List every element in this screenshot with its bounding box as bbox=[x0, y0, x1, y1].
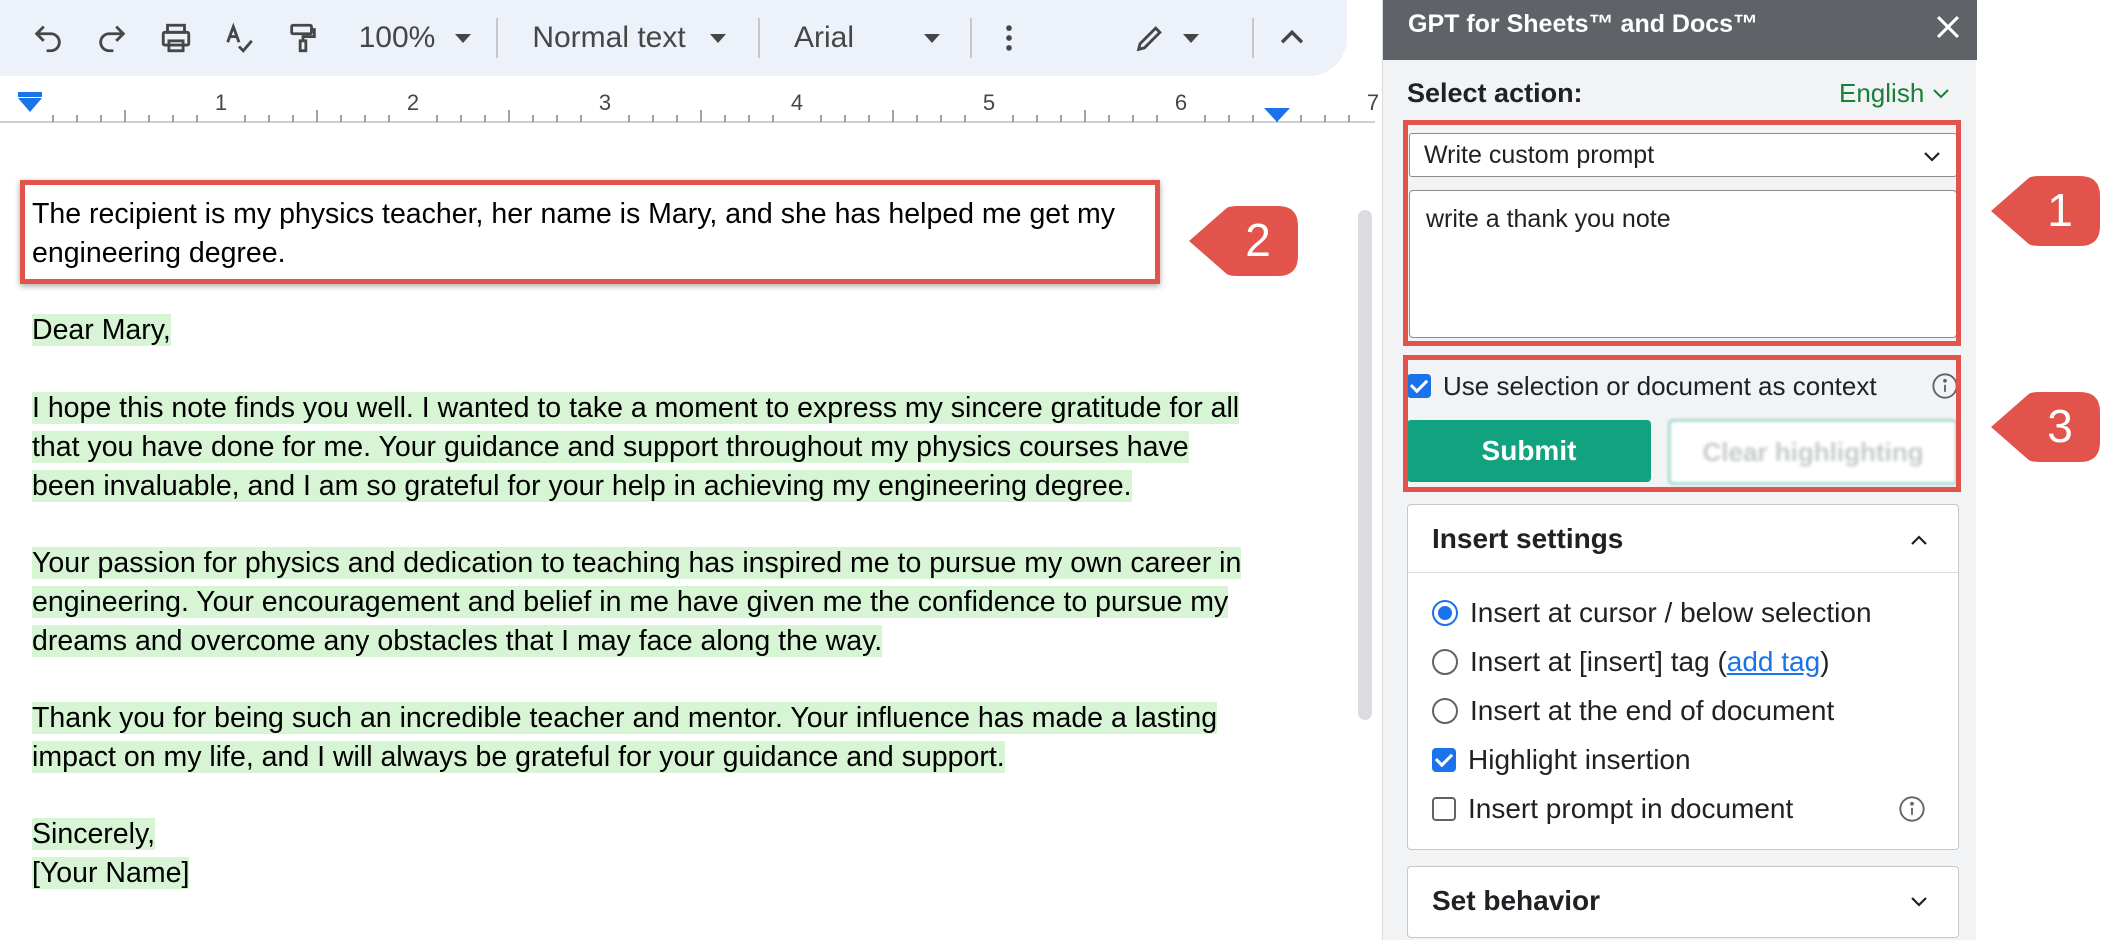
closing[interactable]: Sincerely, [Your Name] bbox=[32, 815, 190, 893]
set-behavior-header[interactable]: Set behavior bbox=[1408, 867, 1958, 935]
chevron-down-icon bbox=[1183, 33, 1199, 43]
ruler: 1 2 3 4 5 6 7 bbox=[0, 90, 1379, 128]
zoom-select[interactable]: 100% bbox=[350, 0, 480, 76]
callout-1: 1 bbox=[1986, 172, 2104, 250]
collapse-toolbar-icon[interactable] bbox=[1274, 0, 1310, 76]
insert-prompt-option[interactable]: Insert prompt in document bbox=[1432, 793, 1793, 825]
font-select[interactable]: Arial bbox=[788, 0, 946, 76]
callout-2: 2 bbox=[1184, 202, 1302, 280]
callout-number: 1 bbox=[2047, 184, 2073, 236]
prompt-line: engineering degree. bbox=[32, 237, 286, 269]
ruler-number: 4 bbox=[790, 90, 804, 115]
add-tag-link[interactable]: add tag bbox=[1727, 646, 1820, 677]
option-label: Insert at [insert] tag (add tag) bbox=[1470, 646, 1830, 678]
print-icon[interactable] bbox=[154, 0, 198, 76]
style-select[interactable]: Normal text bbox=[526, 0, 732, 76]
paragraph-line: Thank you for being such an incredible t… bbox=[32, 702, 1218, 734]
insert-at-end-option[interactable]: Insert at the end of document bbox=[1432, 695, 1834, 727]
paragraph-line: Your passion for physics and dedication … bbox=[32, 547, 1242, 579]
insert-settings-heading: Insert settings bbox=[1432, 522, 1624, 554]
document-scrollbar[interactable] bbox=[1358, 210, 1372, 720]
panel-title: GPT for Sheets™ and Docs™ bbox=[1408, 10, 1759, 38]
callout-number: 2 bbox=[1245, 214, 1271, 266]
insert-at-cursor-option[interactable]: Insert at cursor / below selection bbox=[1432, 597, 1872, 629]
panel-header: GPT for Sheets™ and Docs™ bbox=[1383, 0, 1977, 60]
chevron-down-icon bbox=[1911, 897, 1927, 907]
prompt-paragraph[interactable]: The recipient is my physics teacher, her… bbox=[32, 195, 1152, 273]
toolbar-divider bbox=[970, 18, 972, 58]
insert-settings-header[interactable]: Insert settings bbox=[1408, 505, 1958, 573]
paragraph-line: dreams and overcome any obstacles that I… bbox=[32, 625, 883, 657]
paragraph-line: I hope this note finds you well. I wante… bbox=[32, 392, 1240, 424]
ruler-ticks bbox=[0, 92, 1375, 123]
option-label: Insert prompt in document bbox=[1468, 793, 1794, 824]
radio-unselected[interactable] bbox=[1432, 649, 1458, 675]
option-label-prefix: Insert at [insert] tag ( bbox=[1470, 646, 1727, 677]
set-behavior-heading: Set behavior bbox=[1432, 885, 1601, 916]
close-icon[interactable] bbox=[1931, 10, 1965, 44]
submit-highlight-box bbox=[1403, 355, 1961, 492]
insert-settings-section: Insert settings Insert at cursor / below… bbox=[1407, 504, 1959, 850]
language-value: English bbox=[1839, 78, 1925, 108]
radio-unselected[interactable] bbox=[1432, 698, 1458, 724]
prompt-highlight-box bbox=[1403, 120, 1961, 346]
chevron-down-icon bbox=[1933, 88, 1949, 98]
undo-icon[interactable] bbox=[28, 0, 68, 76]
info-icon[interactable] bbox=[1898, 795, 1926, 823]
chevron-down-icon bbox=[709, 33, 726, 43]
greeting-text: Dear Mary, bbox=[32, 314, 171, 346]
paragraph-line: that you have done for me. Your guidance… bbox=[32, 431, 1189, 463]
ruler-number: 2 bbox=[406, 90, 420, 115]
callout-number: 3 bbox=[2047, 400, 2073, 452]
option-label: Insert at cursor / below selection bbox=[1470, 597, 1872, 628]
paragraph-2[interactable]: Your passion for physics and dedication … bbox=[32, 544, 1242, 661]
more-options-icon[interactable] bbox=[992, 0, 1026, 76]
signature-text: [Your Name] bbox=[32, 857, 190, 889]
style-value: Normal text bbox=[532, 21, 686, 54]
toolbar-divider bbox=[496, 18, 498, 58]
redo-icon[interactable] bbox=[92, 0, 132, 76]
chevron-down-icon bbox=[455, 33, 472, 43]
prompt-line: The recipient is my physics teacher, her… bbox=[32, 198, 1115, 230]
insert-prompt-checkbox[interactable] bbox=[1432, 797, 1456, 821]
radio-selected[interactable] bbox=[1432, 600, 1458, 626]
highlight-insertion-checkbox[interactable] bbox=[1432, 748, 1456, 772]
option-label-suffix: ) bbox=[1820, 646, 1830, 677]
paragraph-3[interactable]: Thank you for being such an incredible t… bbox=[32, 699, 1218, 777]
toolbar-divider bbox=[758, 18, 760, 58]
toolbar-divider bbox=[1252, 18, 1254, 58]
ruler-number: 7 bbox=[1366, 90, 1380, 115]
insert-at-tag-option[interactable]: Insert at [insert] tag (add tag) bbox=[1432, 646, 1830, 678]
option-label: Insert at the end of document bbox=[1470, 695, 1835, 726]
ruler-number: 3 bbox=[598, 90, 612, 115]
zoom-value: 100% bbox=[358, 21, 436, 54]
set-behavior-section: Set behavior bbox=[1407, 866, 1959, 938]
ruler-number: 1 bbox=[214, 90, 228, 115]
paragraph-line: impact on my life, and I will always be … bbox=[32, 741, 1005, 773]
font-value: Arial bbox=[793, 21, 854, 54]
editing-mode-select[interactable] bbox=[1128, 0, 1204, 76]
option-label: Highlight insertion bbox=[1468, 744, 1691, 775]
spellcheck-icon[interactable] bbox=[218, 0, 260, 76]
paragraph-line: engineering. Your encouragement and beli… bbox=[32, 586, 1229, 618]
highlight-insertion-option[interactable]: Highlight insertion bbox=[1432, 744, 1691, 776]
docs-toolbar: 100% Normal text Arial bbox=[0, 0, 1347, 76]
paragraph-line: been invaluable, and I am so grateful fo… bbox=[32, 470, 1132, 502]
closing-text: Sincerely, bbox=[32, 818, 156, 850]
ruler-number: 6 bbox=[1174, 90, 1188, 115]
callout-3: 3 bbox=[1986, 388, 2104, 466]
language-select[interactable]: English bbox=[1839, 78, 1950, 109]
paragraph-1[interactable]: I hope this note finds you well. I wante… bbox=[32, 389, 1240, 506]
select-action-label: Select action: bbox=[1407, 78, 1583, 108]
paint-format-icon[interactable] bbox=[282, 0, 324, 76]
greeting[interactable]: Dear Mary, bbox=[32, 311, 171, 350]
chevron-up-icon bbox=[1911, 535, 1927, 545]
chevron-down-icon bbox=[924, 33, 940, 43]
ruler-number: 5 bbox=[982, 90, 996, 115]
